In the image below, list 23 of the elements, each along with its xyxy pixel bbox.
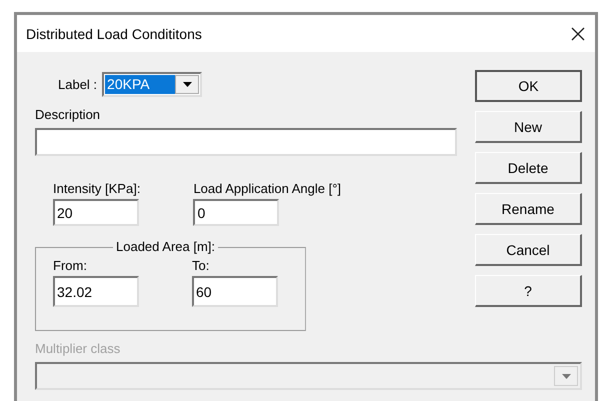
- dialog-button[interactable]: Cancel: [475, 234, 582, 266]
- input-field[interactable]: 32.02: [53, 276, 139, 307]
- window-title: Distributed Load Condititons: [26, 26, 202, 42]
- field-label: From:: [53, 258, 88, 273]
- angle-field[interactable]: 0: [193, 199, 280, 226]
- description-label: Description: [35, 107, 102, 122]
- close-icon[interactable]: [571, 26, 585, 40]
- input-field[interactable]: 60: [192, 276, 278, 307]
- multiplier-class-label: Multiplier class: [35, 341, 122, 356]
- label-dropdown[interactable]: 20KPA: [102, 72, 202, 97]
- angle-label: Load Application Angle [°]: [193, 181, 342, 196]
- dialog-button[interactable]: ?: [475, 275, 582, 307]
- dialog-button[interactable]: Rename: [475, 193, 582, 225]
- dialog-button[interactable]: OK: [475, 70, 582, 102]
- description-field[interactable]: [35, 128, 457, 156]
- dropdown-arrow-icon[interactable]: [182, 82, 192, 87]
- intensity-label: Intensity [KPa]:: [53, 181, 140, 196]
- dialog-button[interactable]: Delete: [475, 152, 582, 184]
- field-label: To:: [192, 258, 210, 273]
- label-caption: Label :: [58, 77, 98, 92]
- group-title: Loaded Area [m]:: [113, 239, 218, 255]
- intensity-field[interactable]: 20: [53, 199, 139, 226]
- dialog-button[interactable]: New: [475, 111, 582, 143]
